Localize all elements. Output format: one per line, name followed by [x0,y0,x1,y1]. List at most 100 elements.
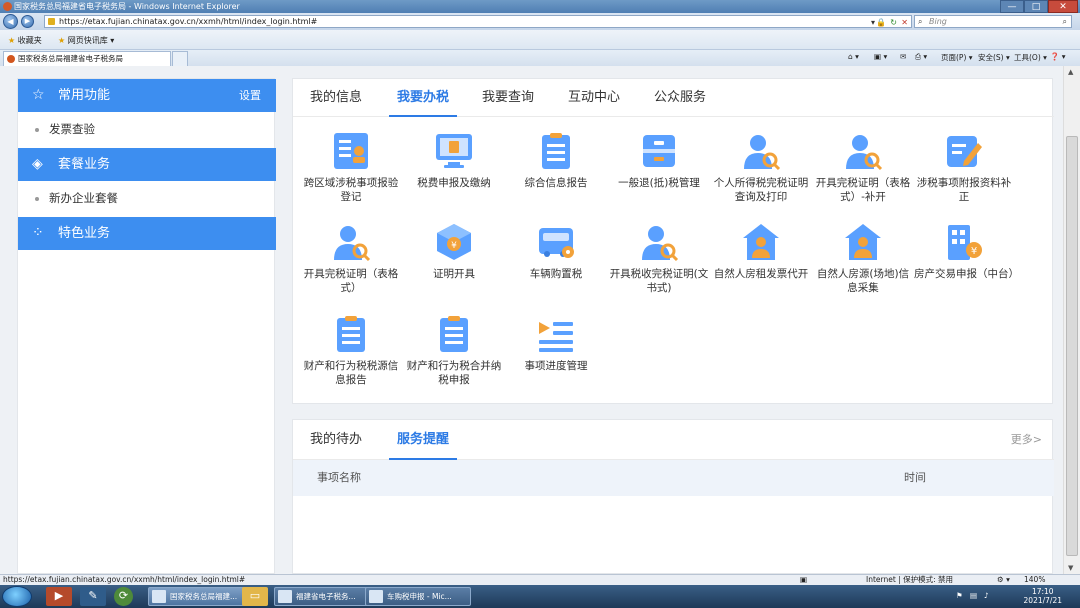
zone-settings-icon[interactable]: ⚙ ▾ [997,575,1010,585]
tab-interaction[interactable]: 互动中心 [563,79,625,117]
print-icon[interactable]: ⎙ ▾ [915,52,927,62]
taskbar-task-etax-ie[interactable]: 国家税务总局福建... [148,587,254,606]
tab-my-info[interactable]: 我的信息 [305,79,367,117]
layers-icon: ◈ [32,156,43,172]
zoom-level[interactable]: 140% [1024,575,1045,585]
setting-link[interactable]: 设置 [239,79,261,112]
sidebar-package-header[interactable]: ◈ 套餐业务 [18,148,276,181]
forward-button[interactable]: ▶ [21,15,34,28]
taskbar: ▶ ✎ ⟳ 国家税务总局福建... ▭ 福建省电子税务... 车购税申报 - M… [0,585,1080,608]
stop-icon[interactable]: ✕ [901,17,908,28]
ie-icon [152,590,166,603]
feeds-icon[interactable]: ▣ ▾ [874,52,887,61]
house-person-icon [743,224,779,260]
window-title-bar: 国家税务总局福建省电子税务局 - Windows Internet Explor… [0,0,1080,13]
item-tax-certificate-document[interactable]: 开具税收完税证明(文书式) [609,222,709,295]
page-menu[interactable]: 页面(P) ▾ [941,52,973,63]
home-icon[interactable]: ⌂ ▾ [848,52,859,61]
tab-service-reminder[interactable]: 服务提醒 [389,420,457,460]
item-certificate-issue[interactable]: ¥ 证明开具 [404,222,504,281]
bullet-icon [35,128,39,132]
item-refund-management[interactable]: 一般退(抵)税管理 [609,131,709,190]
item-comprehensive-report[interactable]: 综合信息报告 [506,131,606,190]
browser-launch-icon[interactable]: ⟳ [114,587,133,606]
item-tax-certificate-reissue[interactable]: 开具完税证明（表格式）-补开 [813,131,913,204]
clock-time: 17:10 [1031,587,1054,596]
person-search-icon [744,135,781,171]
star-icon: ★ [8,36,16,45]
item-vehicle-purchase-tax[interactable]: 车辆购置税 [506,222,606,281]
item-housing-info-collection[interactable]: 自然人房源(场地)信息采集 [813,222,913,295]
window-icon [278,590,292,603]
address-url: https://etax.fujian.chinatax.gov.cn/xxmh… [59,17,318,26]
favorites-button[interactable]: ★ 收藏夹 [8,35,42,46]
dropdown-arrow-icon[interactable]: ▾ [871,17,875,28]
item-property-tax-source-report[interactable]: 财产和行为税税源信息报告 [301,314,401,387]
refresh-icon[interactable]: ↻ [890,17,897,28]
tab-my-todo[interactable]: 我的待办 [305,420,367,460]
item-supplementary-materials[interactable]: 涉税事项附报资料补正 [914,131,1014,204]
web-slice-gallery-button[interactable]: ★ 网页快讯库 ▾ [58,35,114,46]
grid-icon: ⁘ [32,225,44,241]
item-tax-certificate-table[interactable]: 开具完税证明（表格式） [301,222,401,295]
search-provider-icon: ⌕ [918,17,923,26]
clipboard-icon [542,133,570,169]
todo-table-header: 事项名称 时间 [293,460,1054,496]
clock[interactable]: 17:10 2021/7/21 [1024,587,1062,605]
folder-icon[interactable]: ▭ [242,587,268,606]
scrollbar-thumb[interactable] [1066,136,1078,556]
more-link[interactable]: 更多> [1011,420,1042,460]
sidebar-special-header[interactable]: ⁘ 特色业务 [18,217,276,250]
item-property-transaction[interactable]: ¥ 房产交易申报（中台） [914,222,1019,281]
app-icon[interactable]: ✎ [80,587,106,606]
lock-icon[interactable]: 🔒 [876,17,886,28]
column-item-name: 事项名称 [317,471,361,484]
taskbar-task-vehicle-tax[interactable]: 车购税申报 - Mic... [365,587,471,606]
tab-tax-handling[interactable]: 我要办税 [389,79,457,117]
tab-query[interactable]: 我要查询 [477,79,539,117]
safety-menu[interactable]: 安全(S) ▾ [978,52,1010,63]
help-menu[interactable]: ❓ ▾ [1050,52,1066,61]
tray-flag-icon[interactable]: ⚑ [956,591,963,600]
zone-indicator[interactable]: Internet | 保护模式: 禁用 [866,575,953,585]
scroll-down-icon[interactable]: ▼ [1068,564,1073,572]
scroll-up-icon[interactable]: ▲ [1068,68,1073,76]
sidebar-common-header[interactable]: ☆ 常用功能 设置 [18,79,276,112]
browser-tab[interactable]: 国家税务总局福建省电子税务局 [3,51,171,66]
house-person-icon [845,224,881,260]
item-property-tax-combined-declaration[interactable]: 财产和行为税合并纳税申报 [404,314,504,387]
search-input[interactable]: ⌕ Bing ⌕ [914,15,1072,28]
minimize-button[interactable]: — [1000,0,1024,13]
maximize-button[interactable]: □ [1024,0,1048,13]
main-tabs: 我的信息 我要办税 我要查询 互动中心 公众服务 [293,79,1054,117]
tray-volume-icon[interactable]: ♪ [984,591,989,600]
item-iit-certificate-query[interactable]: 个人所得税完税证明查询及打印 [711,131,811,204]
vertical-scrollbar[interactable]: ▲ ▼ [1063,66,1080,574]
sidebar-item-new-enterprise[interactable]: 新办企业套餐 [18,181,276,216]
back-button[interactable]: ◀ [3,14,18,29]
new-tab-button[interactable] [172,51,188,66]
status-url: https://etax.fujian.chinatax.gov.cn/xxmh… [3,575,246,584]
star-outline-icon: ☆ [32,87,45,103]
tools-menu[interactable]: 工具(O) ▾ [1014,52,1047,63]
window-icon [369,590,383,603]
todo-panel: 我的待办 服务提醒 更多> 事项名称 时间 [292,419,1054,574]
item-tax-declaration[interactable]: 税费申报及缴纳 [404,131,504,190]
close-button[interactable]: ✕ [1048,0,1078,13]
person-search-icon [642,226,679,262]
tab-public-service[interactable]: 公众服务 [649,79,711,117]
tray-network-icon[interactable]: ▤ [970,591,977,600]
search-icon[interactable]: ⌕ [1063,16,1067,27]
item-progress-management[interactable]: 事项进度管理 [506,314,606,373]
address-input[interactable]: https://etax.fujian.chinatax.gov.cn/xxmh… [44,15,912,28]
sidebar-item-invoice-check[interactable]: 发票查验 [18,112,276,147]
media-player-icon[interactable]: ▶ [46,587,72,606]
id-card-icon [334,133,368,169]
window-title: 国家税务总局福建省电子税务局 - Windows Internet Explor… [14,2,240,11]
mail-icon[interactable]: ✉ [900,52,906,61]
cube-yuan-icon: ¥ [437,224,471,260]
item-rent-invoice[interactable]: 自然人房租发票代开 [711,222,811,281]
item-cross-region-registration[interactable]: 跨区域涉税事项报验登记 [301,131,401,204]
edit-icon [947,136,982,167]
start-button[interactable] [2,586,32,607]
